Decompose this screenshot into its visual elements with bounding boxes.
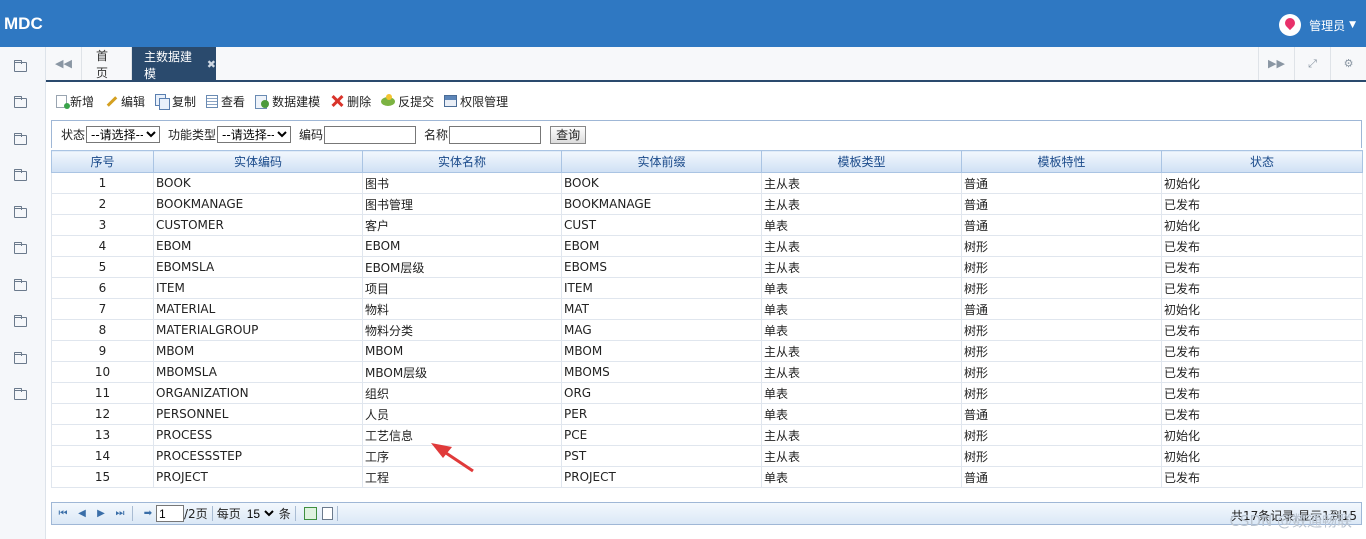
annotation-arrow <box>431 443 474 473</box>
arrow-shaft <box>442 449 474 473</box>
